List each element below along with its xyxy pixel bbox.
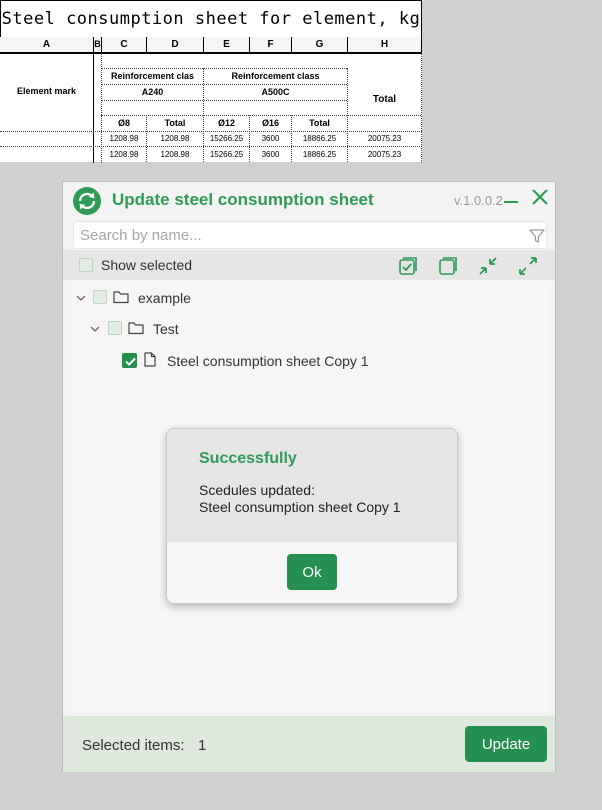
- table-cell: 20075.23: [367, 134, 402, 143]
- expand-icon[interactable]: [518, 256, 538, 276]
- grid-line: [101, 68, 347, 69]
- table-cell: 1208.98: [160, 134, 190, 143]
- title-bar[interactable]: Update steel consumption sheet v.1.0.0.2: [63, 182, 555, 220]
- reinforcement-class-header: Reinforcement class: [231, 71, 320, 81]
- collapse-icon[interactable]: [478, 256, 498, 276]
- grid-line: [0, 53, 422, 54]
- success-dialog: Successfully Scedules updated: Steel con…: [166, 428, 458, 604]
- column-header-f[interactable]: F: [250, 37, 292, 53]
- file-icon: [144, 352, 156, 367]
- column-header-b[interactable]: B: [94, 37, 102, 53]
- close-icon[interactable]: [530, 186, 550, 208]
- grid-line: [101, 115, 421, 116]
- table-cell: 18866.25: [302, 150, 337, 159]
- app-logo-icon: [73, 187, 101, 215]
- reinforcement-class-header: Reinforcement clas: [110, 71, 195, 81]
- show-selected-label: Show selected: [101, 257, 193, 273]
- window-title: Update steel consumption sheet: [112, 190, 374, 209]
- grid-line: [101, 100, 347, 101]
- show-selected-checkbox[interactable]: [79, 258, 93, 272]
- dialog-message-line: Scedules updated:: [199, 482, 315, 498]
- grid-line: [0, 131, 422, 132]
- grid-line: [101, 84, 347, 85]
- ok-button[interactable]: Ok: [287, 554, 337, 590]
- table-cell: 1208.98: [109, 150, 139, 159]
- steel-sheet: Steel consumption sheet for element, kg …: [0, 0, 422, 163]
- class-a240-header: A240: [141, 87, 164, 97]
- table-cell: 3600: [261, 134, 280, 143]
- chevron-down-icon[interactable]: [90, 324, 100, 334]
- column-header-c[interactable]: C: [102, 37, 147, 53]
- copy-icon[interactable]: [438, 256, 458, 276]
- table-cell: 15266.25: [209, 134, 244, 143]
- sheet-title: Steel consumption sheet for element, kg: [0, 0, 422, 38]
- total-g-header: Total: [309, 118, 330, 128]
- tree-checkbox-leaf[interactable]: [122, 353, 137, 368]
- selected-items-label: Selected items:: [82, 737, 185, 754]
- update-button[interactable]: Update: [465, 726, 547, 762]
- table-cell: 20075.23: [367, 150, 402, 159]
- version-label: v.1.0.0.2: [454, 193, 503, 208]
- table-cell: 1208.98: [109, 134, 139, 143]
- dialog-body: Successfully Scedules updated: Steel con…: [167, 429, 457, 542]
- footer: Selected items: 1 Update: [63, 716, 555, 772]
- checkmark-icon: [125, 357, 136, 366]
- tree-checkbox-test[interactable]: [108, 321, 122, 335]
- chevron-down-icon[interactable]: [76, 293, 86, 303]
- diameter-12-header: Ø12: [217, 118, 235, 128]
- dialog-title: Successfully: [199, 450, 297, 467]
- diameter-16-header: Ø16: [261, 118, 279, 128]
- tree-item-example[interactable]: example: [138, 290, 191, 306]
- total-header: Total: [372, 94, 397, 105]
- column-header-d[interactable]: D: [147, 37, 204, 53]
- element-mark-header: Element mark: [16, 86, 77, 96]
- column-header-h[interactable]: H: [348, 37, 422, 53]
- selected-items-count: 1: [198, 737, 207, 754]
- folder-icon: [113, 291, 129, 304]
- search-input[interactable]: [73, 221, 547, 249]
- total-d-header: Total: [164, 118, 186, 128]
- select-all-icon[interactable]: [398, 256, 418, 276]
- minimize-icon[interactable]: [504, 201, 518, 203]
- column-header-e[interactable]: E: [204, 37, 250, 53]
- table-cell: 1208.98: [160, 150, 190, 159]
- dialog-message-line: Steel consumption sheet Copy 1: [199, 499, 401, 515]
- diameter-8-header: Ø8: [117, 118, 130, 128]
- class-a500c-header: A500C: [261, 87, 290, 97]
- tree-item-test[interactable]: Test: [153, 321, 179, 337]
- tree-checkbox-example[interactable]: [93, 290, 107, 304]
- table-cell: 3600: [261, 150, 280, 159]
- grid-line: [0, 146, 422, 147]
- toolbar: Show selected: [63, 250, 555, 280]
- column-header-g[interactable]: G: [292, 37, 348, 53]
- table-cell: 18866.25: [302, 134, 337, 143]
- folder-icon: [128, 322, 144, 335]
- table-cell: 15266.25: [209, 150, 244, 159]
- column-header-a[interactable]: A: [0, 37, 94, 53]
- tree-item-leaf[interactable]: Steel consumption sheet Copy 1: [167, 353, 369, 369]
- filter-icon[interactable]: [529, 228, 545, 244]
